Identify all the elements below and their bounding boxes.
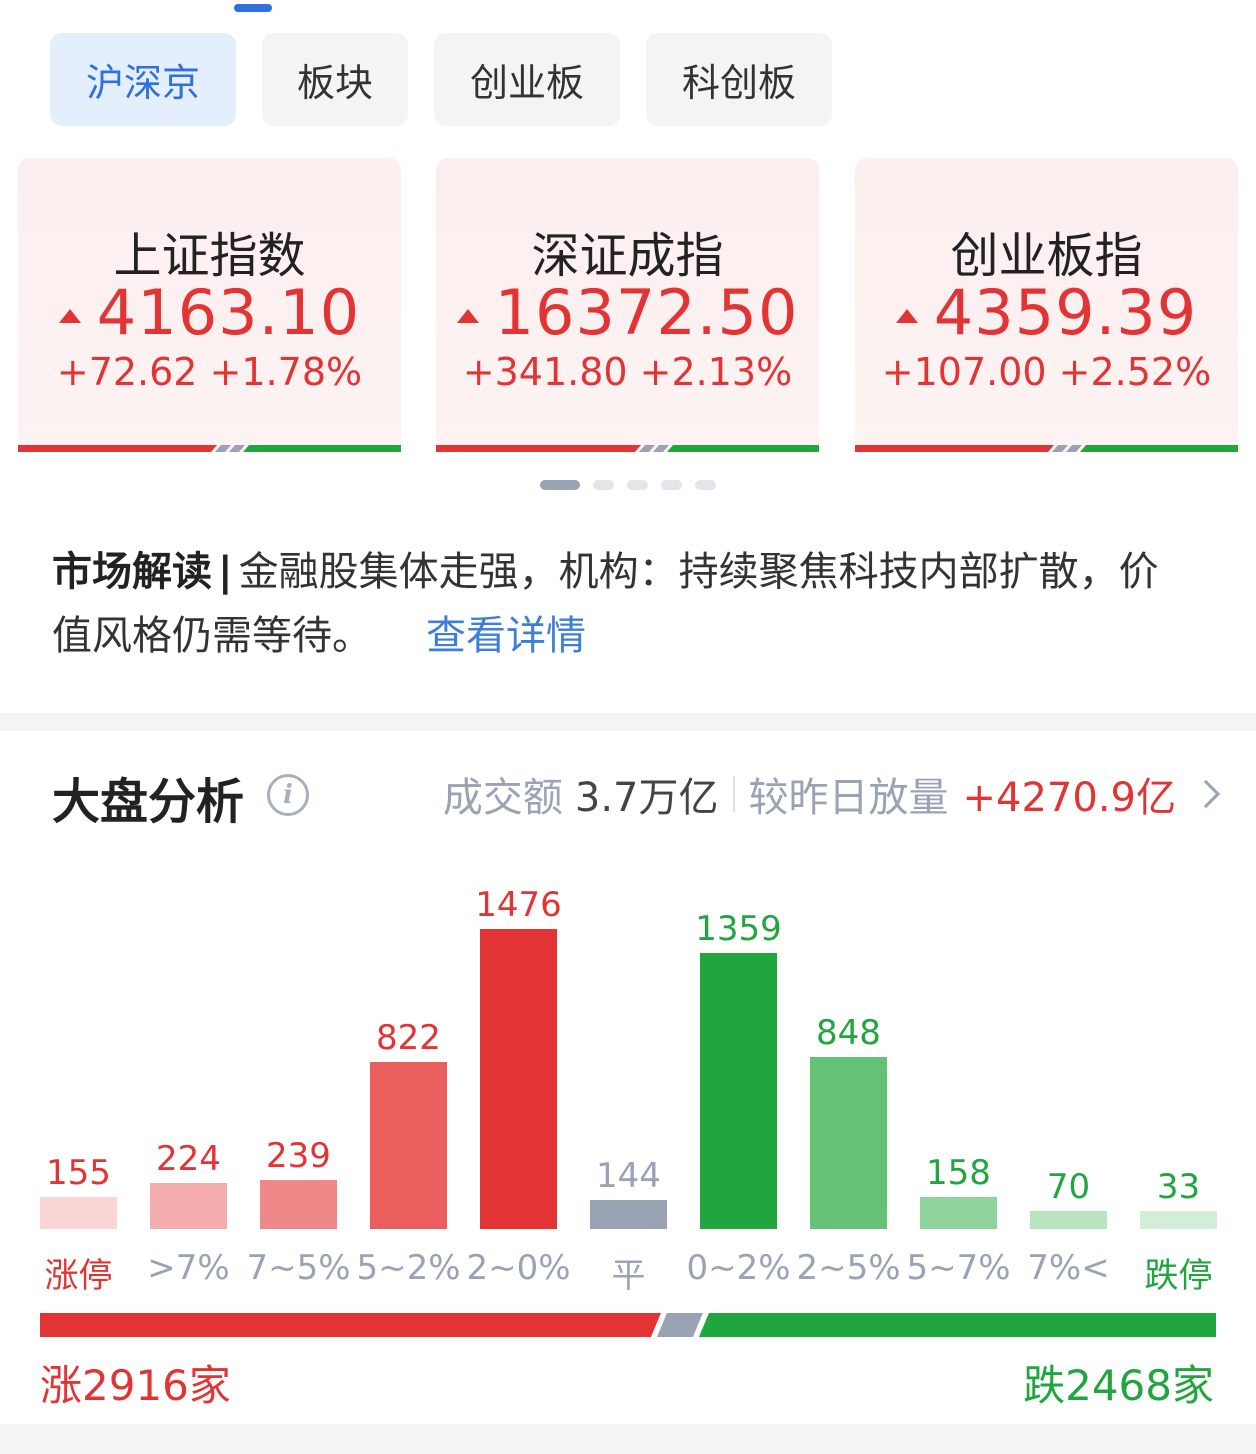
carousel-dot[interactable] (661, 480, 682, 490)
turnover-summary[interactable]: 成交额 3.7万亿 较昨日放量 +4270.9亿 (442, 766, 1221, 822)
index-card-shenzhen[interactable]: 深证成指 16372.50 +341.80 +2.13% (436, 158, 819, 452)
section-divider (0, 713, 1256, 731)
index-value: 4359.39 (933, 276, 1198, 349)
index-value: 16372.50 (494, 276, 799, 349)
up-arrow-icon (58, 308, 81, 323)
carousel-dot[interactable] (540, 480, 580, 490)
carousel-indicator (540, 480, 716, 490)
rise-segment (40, 1313, 661, 1337)
category-label: >7% (147, 1248, 230, 1288)
bottom-divider (0, 1424, 1256, 1454)
chart-bar (480, 929, 557, 1229)
category-label: 跌停 (1144, 1256, 1213, 1296)
breadth-bar (40, 1313, 1216, 1337)
chart-bar (150, 1183, 227, 1229)
carousel-dot[interactable] (627, 480, 648, 490)
bar-value-label: 144 (596, 1155, 661, 1196)
index-cards: 上证指数 4163.10 +72.62 +1.78% 深证成指 16372.50… (18, 158, 1238, 454)
category-label: 5~2% (356, 1248, 461, 1288)
chart-bar (1030, 1211, 1107, 1229)
chart-bar (920, 1196, 997, 1229)
breadth-mini-bar (18, 445, 401, 452)
bar-value-label: 33 (1156, 1167, 1201, 1207)
chart-bar (590, 1199, 667, 1229)
fall-segment (698, 1313, 1216, 1337)
index-card-shanghai[interactable]: 上证指数 4163.10 +72.62 +1.78% (18, 158, 401, 452)
compare-value: +4270.9亿 (962, 775, 1176, 821)
bar-value-label: 70 (1046, 1167, 1091, 1207)
chart-bar (260, 1180, 337, 1229)
chart-bar (370, 1061, 447, 1229)
tab-hushenjing[interactable]: 沪深京 (50, 33, 236, 126)
breadth-mini-bar (436, 445, 819, 452)
category-label: 2~0% (466, 1248, 571, 1288)
category-label: 0~2% (686, 1248, 791, 1288)
summary-separator (732, 776, 735, 812)
bar-value-label: 1359 (695, 908, 782, 949)
bar-value-label: 822 (376, 1017, 441, 1058)
up-arrow-icon (456, 308, 479, 323)
index-change: +72.62 +1.78% (56, 350, 363, 394)
bar-value-label: 224 (156, 1139, 221, 1180)
index-change: +341.80 +2.13% (462, 350, 793, 394)
bar-value-label: 158 (926, 1152, 991, 1193)
market-reading-separator: | (218, 549, 233, 595)
category-label: 7%< (1027, 1248, 1110, 1288)
up-arrow-icon (895, 308, 918, 323)
market-tabs: 沪深京 板块 创业板 科创板 (50, 33, 832, 126)
category-label: 平 (611, 1256, 646, 1296)
bar-value-label: 155 (46, 1153, 111, 1194)
turnover-label: 成交额 (442, 775, 563, 821)
breadth-mini-bar (855, 445, 1238, 452)
bar-value-label: 1476 (475, 885, 562, 925)
category-label: 5~7% (906, 1248, 1011, 1288)
chart-bar (810, 1056, 887, 1229)
index-card-chinext[interactable]: 创业板指 4359.39 +107.00 +2.52% (855, 158, 1238, 452)
market-reading: 市场解读 | 金融股集体走强，机构：持续聚焦科技内部扩散，价值风格仍需等待。 查看详情 (52, 540, 1162, 668)
compare-label: 较昨日放量 (748, 775, 949, 821)
top-tab-indicator (234, 4, 272, 12)
index-value: 4163.10 (96, 276, 361, 349)
flat-segment (656, 1313, 703, 1337)
chevron-right-icon (1191, 779, 1221, 809)
market-reading-label: 市场解读 (52, 549, 212, 595)
distribution-chart: 155 涨停 224 >7% 239 7~5% 822 5~2% 1476 2~0% 144 平 135… (0, 860, 1256, 1300)
bar-value-label: 848 (816, 1012, 881, 1053)
chart-bar (700, 952, 777, 1229)
section-title: 大盘分析 (52, 774, 245, 830)
tab-sector[interactable]: 板块 (262, 33, 408, 126)
info-icon[interactable]: i (267, 774, 309, 816)
view-details-link[interactable]: 查看详情 (426, 613, 586, 659)
rise-count: 涨2916家 (40, 1361, 231, 1410)
carousel-dot[interactable] (593, 480, 614, 490)
chart-bar (1140, 1211, 1217, 1229)
category-label: 2~5% (796, 1248, 901, 1288)
chart-bar (40, 1197, 117, 1229)
tab-chinext[interactable]: 创业板 (434, 33, 620, 126)
tab-star-market[interactable]: 科创板 (646, 33, 832, 126)
carousel-dot[interactable] (695, 480, 716, 490)
turnover-value: 3.7万亿 (574, 775, 719, 821)
fall-count: 跌2468家 (1023, 1361, 1214, 1410)
index-change: +107.00 +2.52% (881, 350, 1212, 394)
category-label: 涨停 (44, 1256, 113, 1296)
bar-value-label: 239 (266, 1136, 331, 1177)
category-label: 7~5% (246, 1248, 351, 1288)
